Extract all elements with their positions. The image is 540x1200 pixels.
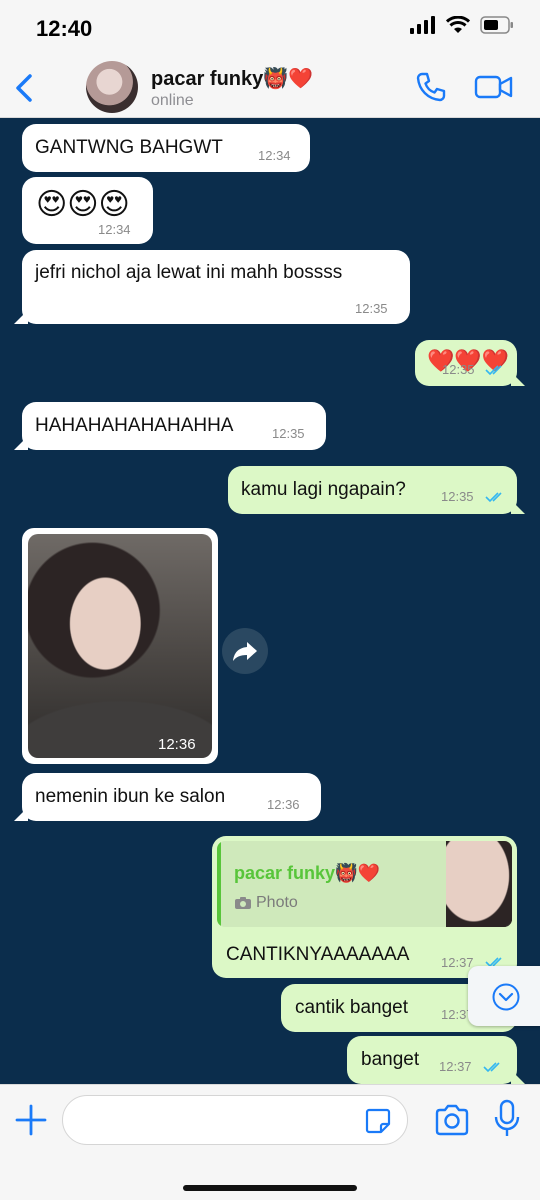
camera-icon[interactable] — [434, 1103, 470, 1137]
bubble-tail — [14, 310, 28, 324]
message-photo[interactable]: 12:36 — [22, 528, 218, 764]
read-ticks-icon — [485, 365, 502, 376]
home-indicator[interactable] — [183, 1185, 357, 1191]
bubble-tail — [511, 1070, 525, 1084]
message-time: 12:37 — [441, 955, 474, 970]
message-text: nemenin ibun ke salon — [35, 786, 226, 807]
chat-header: pacar funky👹❤️ online — [0, 58, 540, 118]
message-text: HAHAHAHAHAHAHHA — [35, 415, 234, 436]
contact-name[interactable]: pacar funky👹❤️ — [151, 66, 313, 91]
message-time: 12:35 — [441, 489, 474, 504]
message-time: 12:35 — [442, 362, 475, 377]
wifi-icon — [446, 16, 470, 33]
message-incoming[interactable]: GANTWNG BAHGWT 12:34 — [22, 124, 310, 172]
message-outgoing[interactable]: ❤️❤️❤️ 12:35 — [415, 340, 525, 386]
message-text: kamu lagi ngapain? — [241, 479, 406, 500]
message-incoming[interactable]: 😍😍😍 12:34 — [22, 177, 153, 244]
scroll-down-icon — [492, 983, 520, 1011]
bubble-tail — [511, 372, 525, 386]
video-camera-icon[interactable] — [474, 72, 514, 102]
message-text: banget — [361, 1049, 420, 1070]
read-ticks-icon — [485, 492, 502, 503]
cellular-signal-icon — [410, 16, 435, 34]
forward-button[interactable] — [222, 628, 268, 674]
message-text: 😍😍😍 — [36, 188, 130, 221]
camera-small-icon — [235, 897, 251, 909]
quoted-kind: Photo — [256, 894, 298, 911]
message-time: 12:36 — [267, 797, 300, 812]
message-input[interactable] — [62, 1095, 408, 1145]
message-outgoing[interactable]: kamu lagi ngapain? 12:35 — [228, 466, 525, 514]
avatar[interactable] — [86, 61, 138, 113]
message-text: CANTIKNYAAAAAAA — [226, 944, 410, 965]
phone-icon[interactable] — [414, 70, 448, 104]
input-bar — [0, 1084, 540, 1200]
message-time: 12:34 — [258, 148, 291, 163]
quote-accent-bar — [217, 841, 221, 927]
message-text: GANTWNG BAHGWT — [35, 137, 223, 158]
message-incoming[interactable]: nemenin ibun ke salon 12:36 — [14, 773, 321, 821]
photo-thumbnail[interactable] — [28, 534, 212, 758]
bubble-tail — [14, 436, 28, 450]
message-time: 12:34 — [98, 222, 131, 237]
forward-icon — [233, 642, 257, 661]
status-bar: 12:40 — [0, 0, 540, 58]
back-chevron-icon[interactable] — [10, 70, 40, 106]
scroll-down-button[interactable] — [468, 966, 540, 1026]
microphone-icon[interactable] — [493, 1099, 521, 1139]
sticker-icon[interactable] — [364, 1107, 392, 1135]
message-outgoing-reply[interactable]: pacar funky👹❤️ Photo CANTIKNYAAAAAAA 12:… — [212, 836, 517, 978]
plus-icon[interactable] — [14, 1103, 48, 1137]
message-text: cantik banget — [295, 997, 409, 1018]
message-time: 12:35 — [355, 301, 388, 316]
bubble-tail — [511, 500, 525, 514]
status-time: 12:40 — [36, 16, 93, 41]
message-outgoing[interactable]: banget 12:37 — [347, 1036, 525, 1084]
message-text: jefri nichol aja lewat ini mahh bossss — [35, 262, 343, 283]
message-incoming[interactable]: jefri nichol aja lewat ini mahh bossss 1… — [14, 250, 410, 324]
battery-icon — [480, 16, 513, 34]
message-time: 12:35 — [272, 426, 305, 441]
quoted-author: pacar funky👹❤️ — [234, 863, 380, 883]
read-ticks-icon — [483, 1062, 500, 1073]
quoted-message[interactable]: pacar funky👹❤️ Photo — [217, 841, 512, 927]
contact-status: online — [151, 92, 194, 109]
message-incoming[interactable]: HAHAHAHAHAHAHHA 12:35 — [14, 402, 326, 450]
status-icons — [410, 16, 514, 34]
quoted-photo-thumbnail — [446, 841, 512, 927]
message-time: 12:36 — [158, 736, 196, 753]
bubble-tail — [14, 807, 28, 821]
message-time: 12:37 — [439, 1059, 472, 1074]
